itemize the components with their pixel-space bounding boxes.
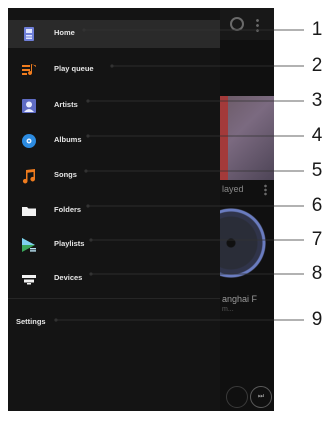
artists-icon [22, 99, 36, 113]
callout-number-6: 6 [311, 195, 323, 216]
drawer-item-artists[interactable]: Artists [8, 92, 220, 120]
albums-icon [22, 134, 36, 148]
callout-number-8: 8 [311, 263, 323, 284]
drawer-item-albums[interactable]: Albums [8, 127, 220, 155]
track-subtitle: m... [222, 306, 234, 313]
callout-number-4: 4 [311, 125, 323, 146]
drawer-item-label: Playlists [54, 239, 85, 248]
drawer-item-label: Play queue [54, 64, 94, 73]
play-button[interactable] [226, 386, 248, 408]
drawer-item-label: Songs [54, 170, 77, 179]
callout-number-3: 3 [311, 90, 323, 111]
next-track-button[interactable]: ⏭ [250, 386, 272, 408]
drawer-item-label: Folders [54, 205, 82, 214]
search-icon[interactable] [230, 17, 244, 31]
track-title: anghai F [222, 294, 258, 304]
devices-icon [22, 275, 36, 285]
callout-number-9: 9 [311, 309, 323, 330]
callout-number-7: 7 [311, 229, 323, 250]
callout-number-1: 1 [311, 19, 323, 40]
drawer-item-label: Artists [54, 100, 78, 109]
folders-icon [22, 207, 36, 216]
drawer-item-folders[interactable]: Folders [8, 197, 220, 225]
callout-number-2: 2 [311, 55, 323, 76]
recently-played-label: layed [222, 184, 244, 194]
callout-number-5: 5 [311, 160, 323, 181]
settings-item[interactable]: Settings [16, 317, 46, 326]
background-toolbar [218, 8, 274, 40]
overflow-menu-icon[interactable] [256, 18, 259, 32]
navigation-drawer: Home Play queue Artists Albums Songs Fol… [8, 8, 220, 411]
home-icon [24, 27, 34, 41]
item-overflow-icon[interactable] [264, 184, 267, 196]
phone-screen: layed anghai F m... ⏭ Home Play queue Ar… [8, 8, 274, 411]
drawer-item-label: Home [54, 28, 75, 37]
play-queue-icon [22, 64, 36, 76]
drawer-item-songs[interactable]: Songs [8, 162, 220, 190]
playlists-icon [22, 238, 36, 252]
drawer-item-home[interactable]: Home [8, 20, 220, 48]
drawer-item-devices[interactable]: Devices [8, 265, 220, 293]
drawer-item-play-queue[interactable]: Play queue [8, 56, 220, 84]
drawer-item-label: Albums [54, 135, 82, 144]
album-cover[interactable] [220, 96, 274, 180]
songs-icon [22, 169, 36, 184]
drawer-item-label: Devices [54, 273, 83, 282]
drawer-divider [8, 298, 220, 299]
drawer-item-playlists[interactable]: Playlists [8, 231, 220, 259]
album-cover-strip [220, 96, 228, 180]
